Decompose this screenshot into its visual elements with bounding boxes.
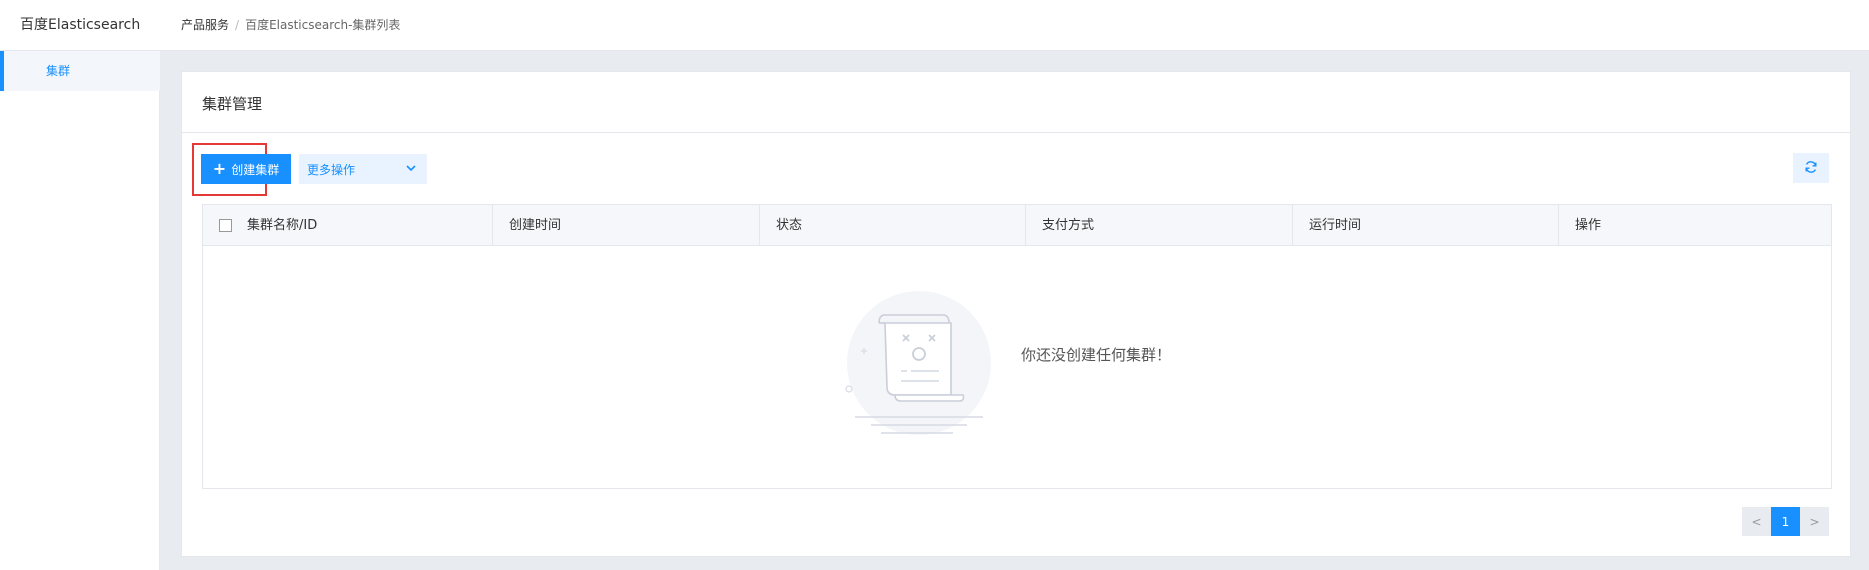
breadcrumb: 产品服务 / 百度Elasticsearch-集群列表 — [181, 16, 400, 33]
refresh-button[interactable] — [1793, 153, 1829, 183]
empty-state: 你还没创建任何集群！ — [203, 246, 1831, 488]
more-actions-dropdown[interactable]: 更多操作 — [299, 154, 427, 184]
card-header: 集群管理 — [182, 72, 1850, 133]
cluster-table: 集群名称/ID 创建时间 状态 支付方式 运行时间 操作 你还没创建任何集群！ — [202, 204, 1832, 489]
column-header-name: 集群名称/ID — [203, 205, 493, 246]
page-1-button[interactable]: 1 — [1771, 507, 1800, 536]
table-header: 集群名称/ID 创建时间 状态 支付方式 运行时间 操作 — [203, 205, 1831, 246]
column-header-payment: 支付方式 — [1026, 205, 1293, 246]
more-actions-label: 更多操作 — [307, 162, 356, 177]
cluster-management-card: 集群管理 + 创建集群 更多操作 集群名称/ID 创建时间 状态 支付方式 运行… — [181, 71, 1851, 557]
page-title: 集群管理 — [202, 95, 263, 113]
column-header-created: 创建时间 — [493, 205, 760, 246]
next-page-button[interactable]: > — [1800, 507, 1829, 536]
refresh-icon — [1804, 159, 1818, 178]
column-header-actions: 操作 — [1575, 218, 1602, 233]
sidebar: 集群 — [0, 51, 160, 570]
create-cluster-label: 创建集群 — [231, 162, 280, 177]
select-all-checkbox[interactable] — [219, 219, 232, 232]
pagination: < 1 > — [1742, 507, 1829, 536]
app-title: 百度Elasticsearch — [20, 17, 141, 33]
sidebar-item-cluster[interactable]: 集群 — [0, 51, 160, 91]
breadcrumb-current: 百度Elasticsearch-集群列表 — [245, 18, 401, 32]
column-header-status: 状态 — [760, 205, 1026, 246]
create-cluster-button[interactable]: + 创建集群 — [201, 154, 291, 184]
chevron-down-icon — [405, 162, 417, 177]
prev-page-button[interactable]: < — [1742, 507, 1771, 536]
empty-document-icon — [843, 291, 1003, 445]
plus-icon: + — [212, 159, 227, 178]
column-header-runtime: 运行时间 — [1293, 205, 1559, 246]
breadcrumb-root[interactable]: 产品服务 — [181, 16, 229, 33]
empty-message: 你还没创建任何集群！ — [1021, 346, 1172, 364]
breadcrumb-separator: / — [235, 17, 240, 32]
top-bar: 百度Elasticsearch 产品服务 / 百度Elasticsearch-集… — [0, 0, 1869, 51]
